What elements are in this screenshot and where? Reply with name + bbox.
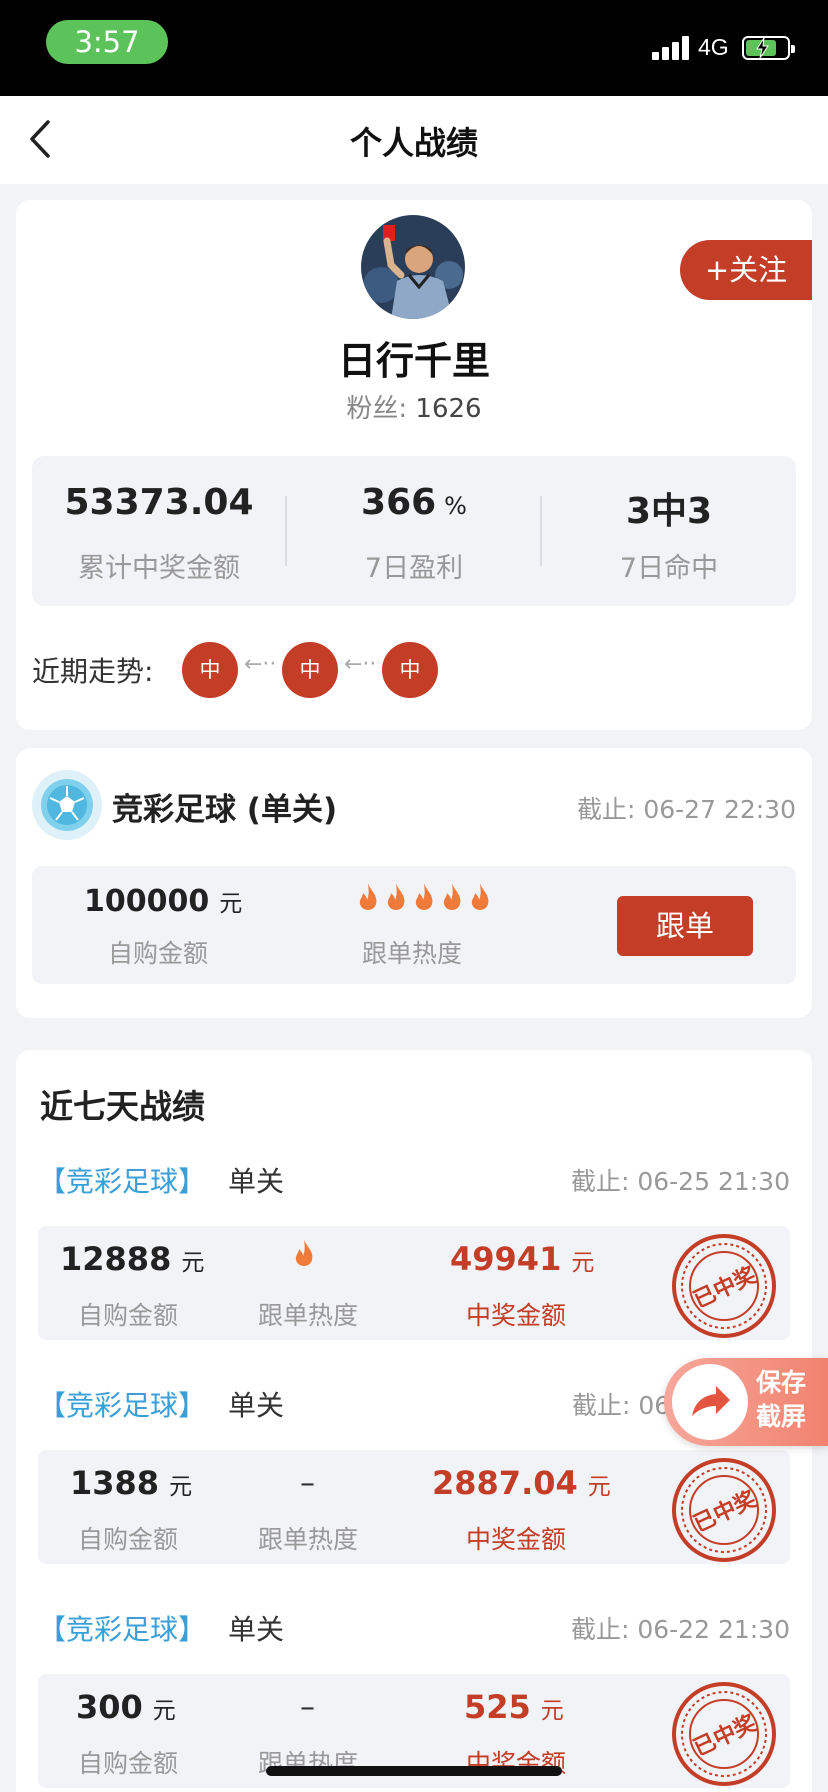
stat-label: 7日命中: [619, 553, 719, 584]
share-arrow-icon: [672, 1364, 748, 1440]
bet-amount: 100000 元: [84, 884, 242, 919]
win-label: 中奖金额: [466, 1301, 567, 1330]
heat-value: –: [300, 1690, 315, 1725]
stats-panel: 53373.04 累计中奖金额 366% 7日盈利 3中3 7日命中: [32, 456, 796, 606]
won-stamp-icon: 已中奖: [670, 1680, 778, 1788]
record-amount: 1388 元: [70, 1464, 192, 1502]
football-icon: [32, 770, 102, 840]
won-stamp-icon: 已中奖: [670, 1456, 778, 1564]
record-summary: 1388 元 自购金额 – 跟单热度 2887.04 元 中奖金额 已中奖: [38, 1450, 790, 1564]
save-label-line2: 截屏: [756, 1402, 807, 1431]
nav-bar: 个人战绩: [0, 96, 828, 184]
amount-unit: 元: [181, 1250, 205, 1276]
win-unit: 元: [540, 1698, 564, 1724]
amount-value: 300: [76, 1688, 143, 1726]
stat-total-win: 53373.04 累计中奖金额: [32, 456, 286, 606]
stat-value: 3中3: [625, 491, 713, 532]
heat-flames: [354, 882, 494, 914]
signal-icon: [652, 36, 692, 60]
stat-value: 366: [361, 482, 437, 523]
trend-ball: 中: [382, 642, 438, 698]
current-bet-card[interactable]: 竞彩足球 (单关) 截止: 06-27 22:30 100000 元 自购金额 跟…: [16, 748, 812, 1018]
stat-7day-hits: 3中3 7日命中: [542, 456, 796, 606]
record-deadline: 截止: 06: [572, 1391, 671, 1420]
page-title: 个人战绩: [349, 124, 478, 162]
won-stamp-icon: 已中奖: [670, 1232, 778, 1340]
win-value: 525: [464, 1688, 531, 1726]
stat-label: 7日盈利: [364, 553, 464, 584]
bet-deadline: 截止: 06-27 22:30: [576, 795, 796, 824]
save-label: 保存 截屏: [756, 1366, 820, 1434]
record-amount: 12888 元: [60, 1240, 204, 1278]
amount-unit: 元: [169, 1474, 193, 1500]
amount-value: 100000: [84, 884, 210, 919]
win-value: 49941: [450, 1240, 562, 1278]
amount-label: 自购金额: [78, 1525, 179, 1554]
trend-ball: 中: [182, 642, 238, 698]
home-indicator[interactable]: [266, 1766, 562, 1776]
win-unit: 元: [587, 1474, 611, 1500]
amount-unit: 元: [219, 891, 243, 917]
avatar[interactable]: [361, 215, 465, 319]
user-name: 日行千里: [337, 339, 490, 383]
stat-unit: %: [444, 492, 467, 520]
record-summary: 12888 元 自购金额 跟单热度 49941 元 中奖金额 已中奖: [38, 1226, 790, 1340]
record-deadline: 截止: 06-22 21:30: [570, 1615, 790, 1644]
win-unit: 元: [571, 1250, 595, 1276]
arrow-left-icon: ←··: [244, 652, 277, 677]
amount-label: 自购金额: [78, 1301, 179, 1330]
stat-7day-profit: 366% 7日盈利: [287, 456, 541, 606]
trend-label: 近期走势:: [32, 655, 154, 688]
flame-icon: [290, 1238, 318, 1274]
amount-unit: 元: [152, 1698, 176, 1724]
amount-value: 12888: [60, 1240, 172, 1278]
trend-ball: 中: [282, 642, 338, 698]
record-tag: 【竞彩足球】: [38, 1613, 207, 1646]
record-type: 单关: [228, 1165, 285, 1198]
save-screenshot-button[interactable]: 保存 截屏: [664, 1358, 828, 1446]
record-tag: 【竞彩足球】: [38, 1165, 207, 1198]
bet-title: 竞彩足球 (单关): [112, 792, 338, 828]
bet-summary: 100000 元 自购金额 跟单热度 跟单: [32, 866, 796, 984]
fans-number: 1626: [415, 394, 482, 424]
profile-card: +关注 日行千里 粉丝: 1626 53373.04 累计中奖金额 366% 7…: [16, 200, 812, 730]
heat-label: 跟单热度: [362, 939, 463, 968]
record-win: 525 元: [464, 1688, 564, 1726]
win-value: 2887.04: [432, 1464, 578, 1502]
status-bar: 3:57 4G: [0, 0, 828, 96]
fans-label: 粉丝:: [346, 394, 408, 424]
network-label: 4G: [698, 34, 729, 60]
record-tag: 【竞彩足球】: [38, 1389, 207, 1422]
follow-button[interactable]: +关注: [680, 240, 812, 300]
history-title: 近七天战绩: [40, 1087, 205, 1126]
save-label-line1: 保存: [756, 1368, 807, 1397]
fans-count: 粉丝: 1626: [16, 388, 812, 425]
record-type: 单关: [228, 1389, 285, 1422]
heat-value: –: [300, 1466, 315, 1501]
record-win: 49941 元: [450, 1240, 594, 1278]
arrow-left-icon: ←··: [344, 652, 377, 677]
record-amount: 300 元: [76, 1688, 176, 1726]
record-win: 2887.04 元: [432, 1464, 611, 1502]
stat-label: 累计中奖金额: [78, 553, 240, 584]
stat-value: 53373.04: [64, 482, 254, 523]
heat-label: 跟单热度: [258, 1525, 359, 1554]
record-type: 单关: [228, 1613, 285, 1646]
record-deadline: 截止: 06-25 21:30: [570, 1167, 790, 1196]
amount-value: 1388: [70, 1464, 160, 1502]
status-time: 3:57: [46, 20, 168, 64]
battery-icon: [742, 36, 795, 60]
amount-label: 自购金额: [78, 1749, 179, 1778]
follow-bet-button[interactable]: 跟单: [617, 896, 753, 956]
amount-label: 自购金额: [108, 939, 209, 968]
history-record[interactable]: 【竞彩足球】 单关 截止: 06-22 21:30 300 元 自购金额 – 跟单…: [16, 1608, 812, 1792]
heat-label: 跟单热度: [258, 1301, 359, 1330]
history-record[interactable]: 【竞彩足球】 单关 截止: 06-25 21:30 12888 元 自购金额 跟单…: [16, 1160, 812, 1360]
win-label: 中奖金额: [466, 1525, 567, 1554]
